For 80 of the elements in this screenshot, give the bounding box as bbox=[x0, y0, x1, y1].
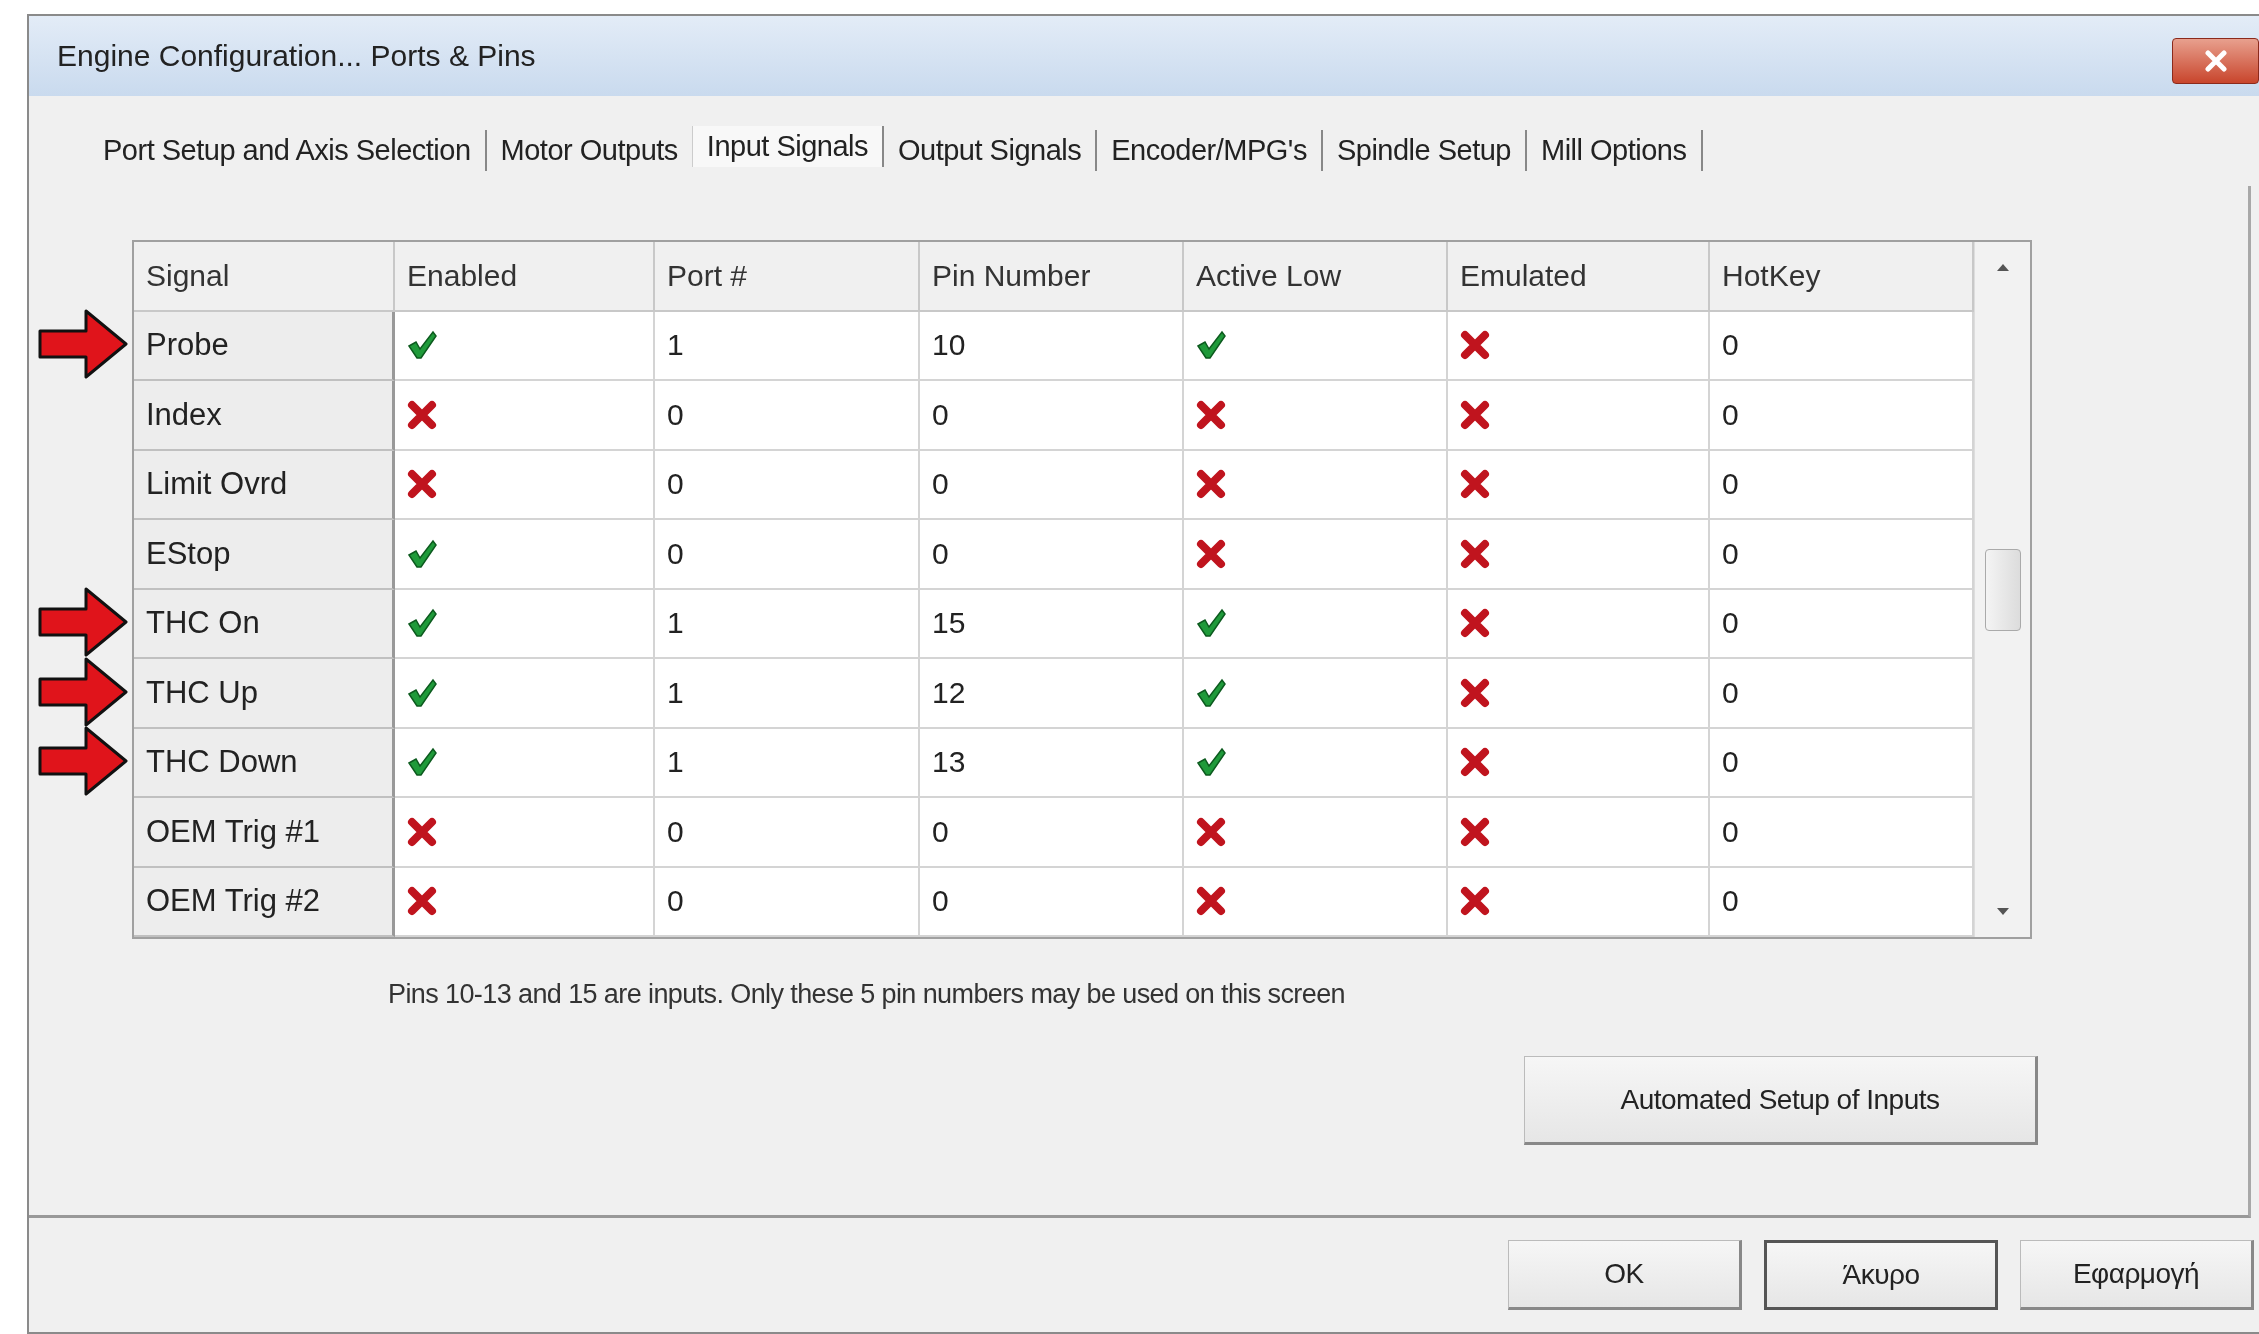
cross-icon[interactable] bbox=[407, 886, 437, 917]
signal-cell: EStop bbox=[134, 520, 395, 590]
tick-icon[interactable] bbox=[407, 677, 437, 708]
cross-icon[interactable] bbox=[407, 816, 437, 847]
tick-icon[interactable] bbox=[407, 330, 437, 361]
tab[interactable]: Input Signals bbox=[691, 125, 884, 167]
tab[interactable]: Mill Options bbox=[1527, 129, 1703, 171]
column-header[interactable]: Enabled bbox=[395, 242, 655, 312]
signal-cell: Probe bbox=[134, 311, 395, 381]
table-cell: 0 bbox=[920, 450, 1184, 520]
table-cell: 15 bbox=[920, 589, 1184, 659]
table-cell: 1 bbox=[655, 311, 920, 381]
table-cell: 13 bbox=[920, 728, 1184, 798]
column-header[interactable]: Signal bbox=[134, 242, 395, 312]
table-cell: 10 bbox=[920, 311, 1184, 381]
cross-icon[interactable] bbox=[1460, 469, 1490, 500]
info-text: Pins 10-13 and 15 are inputs. Only these 5 pin numbers may be used on this screen bbox=[388, 979, 1346, 1010]
signal-cell: THC Up bbox=[134, 659, 395, 729]
signal-cell: OEM Trig #1 bbox=[134, 798, 395, 868]
close-button[interactable] bbox=[2172, 38, 2259, 84]
table-cell: 0 bbox=[655, 450, 920, 520]
tab[interactable]: Port Setup and Axis Selection bbox=[89, 129, 487, 171]
scrollbar[interactable] bbox=[1974, 242, 2030, 937]
cross-icon[interactable] bbox=[1196, 538, 1226, 569]
cross-icon[interactable] bbox=[1196, 886, 1226, 917]
cross-icon[interactable] bbox=[1460, 677, 1490, 708]
scroll-thumb[interactable] bbox=[1984, 548, 2021, 631]
cross-icon[interactable] bbox=[1460, 399, 1490, 430]
tick-icon[interactable] bbox=[407, 747, 437, 778]
column-header[interactable]: HotKey bbox=[1710, 242, 1974, 312]
column-header[interactable]: Pin Number bbox=[920, 242, 1184, 312]
cross-icon[interactable] bbox=[1196, 399, 1226, 430]
window-title: Engine Configuration... Ports & Pins bbox=[57, 39, 537, 73]
scroll-up-icon[interactable] bbox=[1995, 262, 2010, 272]
tick-icon[interactable] bbox=[1196, 608, 1226, 639]
tick-icon[interactable] bbox=[1196, 330, 1226, 361]
table-cell: 1 bbox=[655, 659, 920, 729]
table-cell: 0 bbox=[655, 381, 920, 451]
tab[interactable]: Output Signals bbox=[884, 129, 1098, 171]
dialog-button[interactable]: OK bbox=[1508, 1240, 1742, 1310]
cross-icon[interactable] bbox=[1460, 538, 1490, 569]
table-cell: 0 bbox=[655, 867, 920, 937]
dialog-button[interactable]: Εφαρμογή bbox=[2020, 1240, 2254, 1310]
table-cell: 0 bbox=[920, 798, 1184, 868]
tab[interactable]: Encoder/MPG's bbox=[1097, 129, 1323, 171]
table-cell: 0 bbox=[655, 520, 920, 590]
automated-setup-button[interactable]: Automated Setup of Inputs bbox=[1524, 1056, 2038, 1145]
dialog-button[interactable]: Άκυρο bbox=[1764, 1240, 1998, 1310]
tab[interactable]: Spindle Setup bbox=[1322, 129, 1527, 171]
tab[interactable]: Motor Outputs bbox=[486, 129, 692, 171]
cross-icon[interactable] bbox=[1196, 469, 1226, 500]
table-cell: 0 bbox=[920, 520, 1184, 590]
table-cell: 0 bbox=[655, 798, 920, 868]
cross-icon[interactable] bbox=[407, 399, 437, 430]
column-header[interactable]: Active Low bbox=[1184, 242, 1448, 312]
close-icon bbox=[2202, 50, 2229, 72]
signal-cell: THC On bbox=[134, 589, 395, 659]
cross-icon[interactable] bbox=[1460, 330, 1490, 361]
tick-icon[interactable] bbox=[1196, 747, 1226, 778]
column-header[interactable]: Port # bbox=[655, 242, 920, 312]
table-cell: 1 bbox=[655, 728, 920, 798]
table-cell: 0 bbox=[920, 381, 1184, 451]
cross-icon[interactable] bbox=[407, 469, 437, 500]
signal-cell: Limit Ovrd bbox=[134, 450, 395, 520]
table-cell: 0 bbox=[920, 867, 1184, 937]
cross-icon[interactable] bbox=[1460, 608, 1490, 639]
signal-cell: Index bbox=[134, 381, 395, 451]
cross-icon[interactable] bbox=[1196, 816, 1226, 847]
table-cell: 12 bbox=[920, 659, 1184, 729]
tick-icon[interactable] bbox=[407, 538, 437, 569]
tick-icon[interactable] bbox=[407, 608, 437, 639]
column-header[interactable]: Emulated bbox=[1448, 242, 1710, 312]
tick-icon[interactable] bbox=[1196, 677, 1226, 708]
signal-cell: THC Down bbox=[134, 728, 395, 798]
table-cell: 1 bbox=[655, 589, 920, 659]
cross-icon[interactable] bbox=[1460, 886, 1490, 917]
cross-icon[interactable] bbox=[1460, 816, 1490, 847]
scroll-down-icon[interactable] bbox=[1995, 907, 2010, 917]
signal-cell: OEM Trig #2 bbox=[134, 867, 395, 937]
cross-icon[interactable] bbox=[1460, 747, 1490, 778]
